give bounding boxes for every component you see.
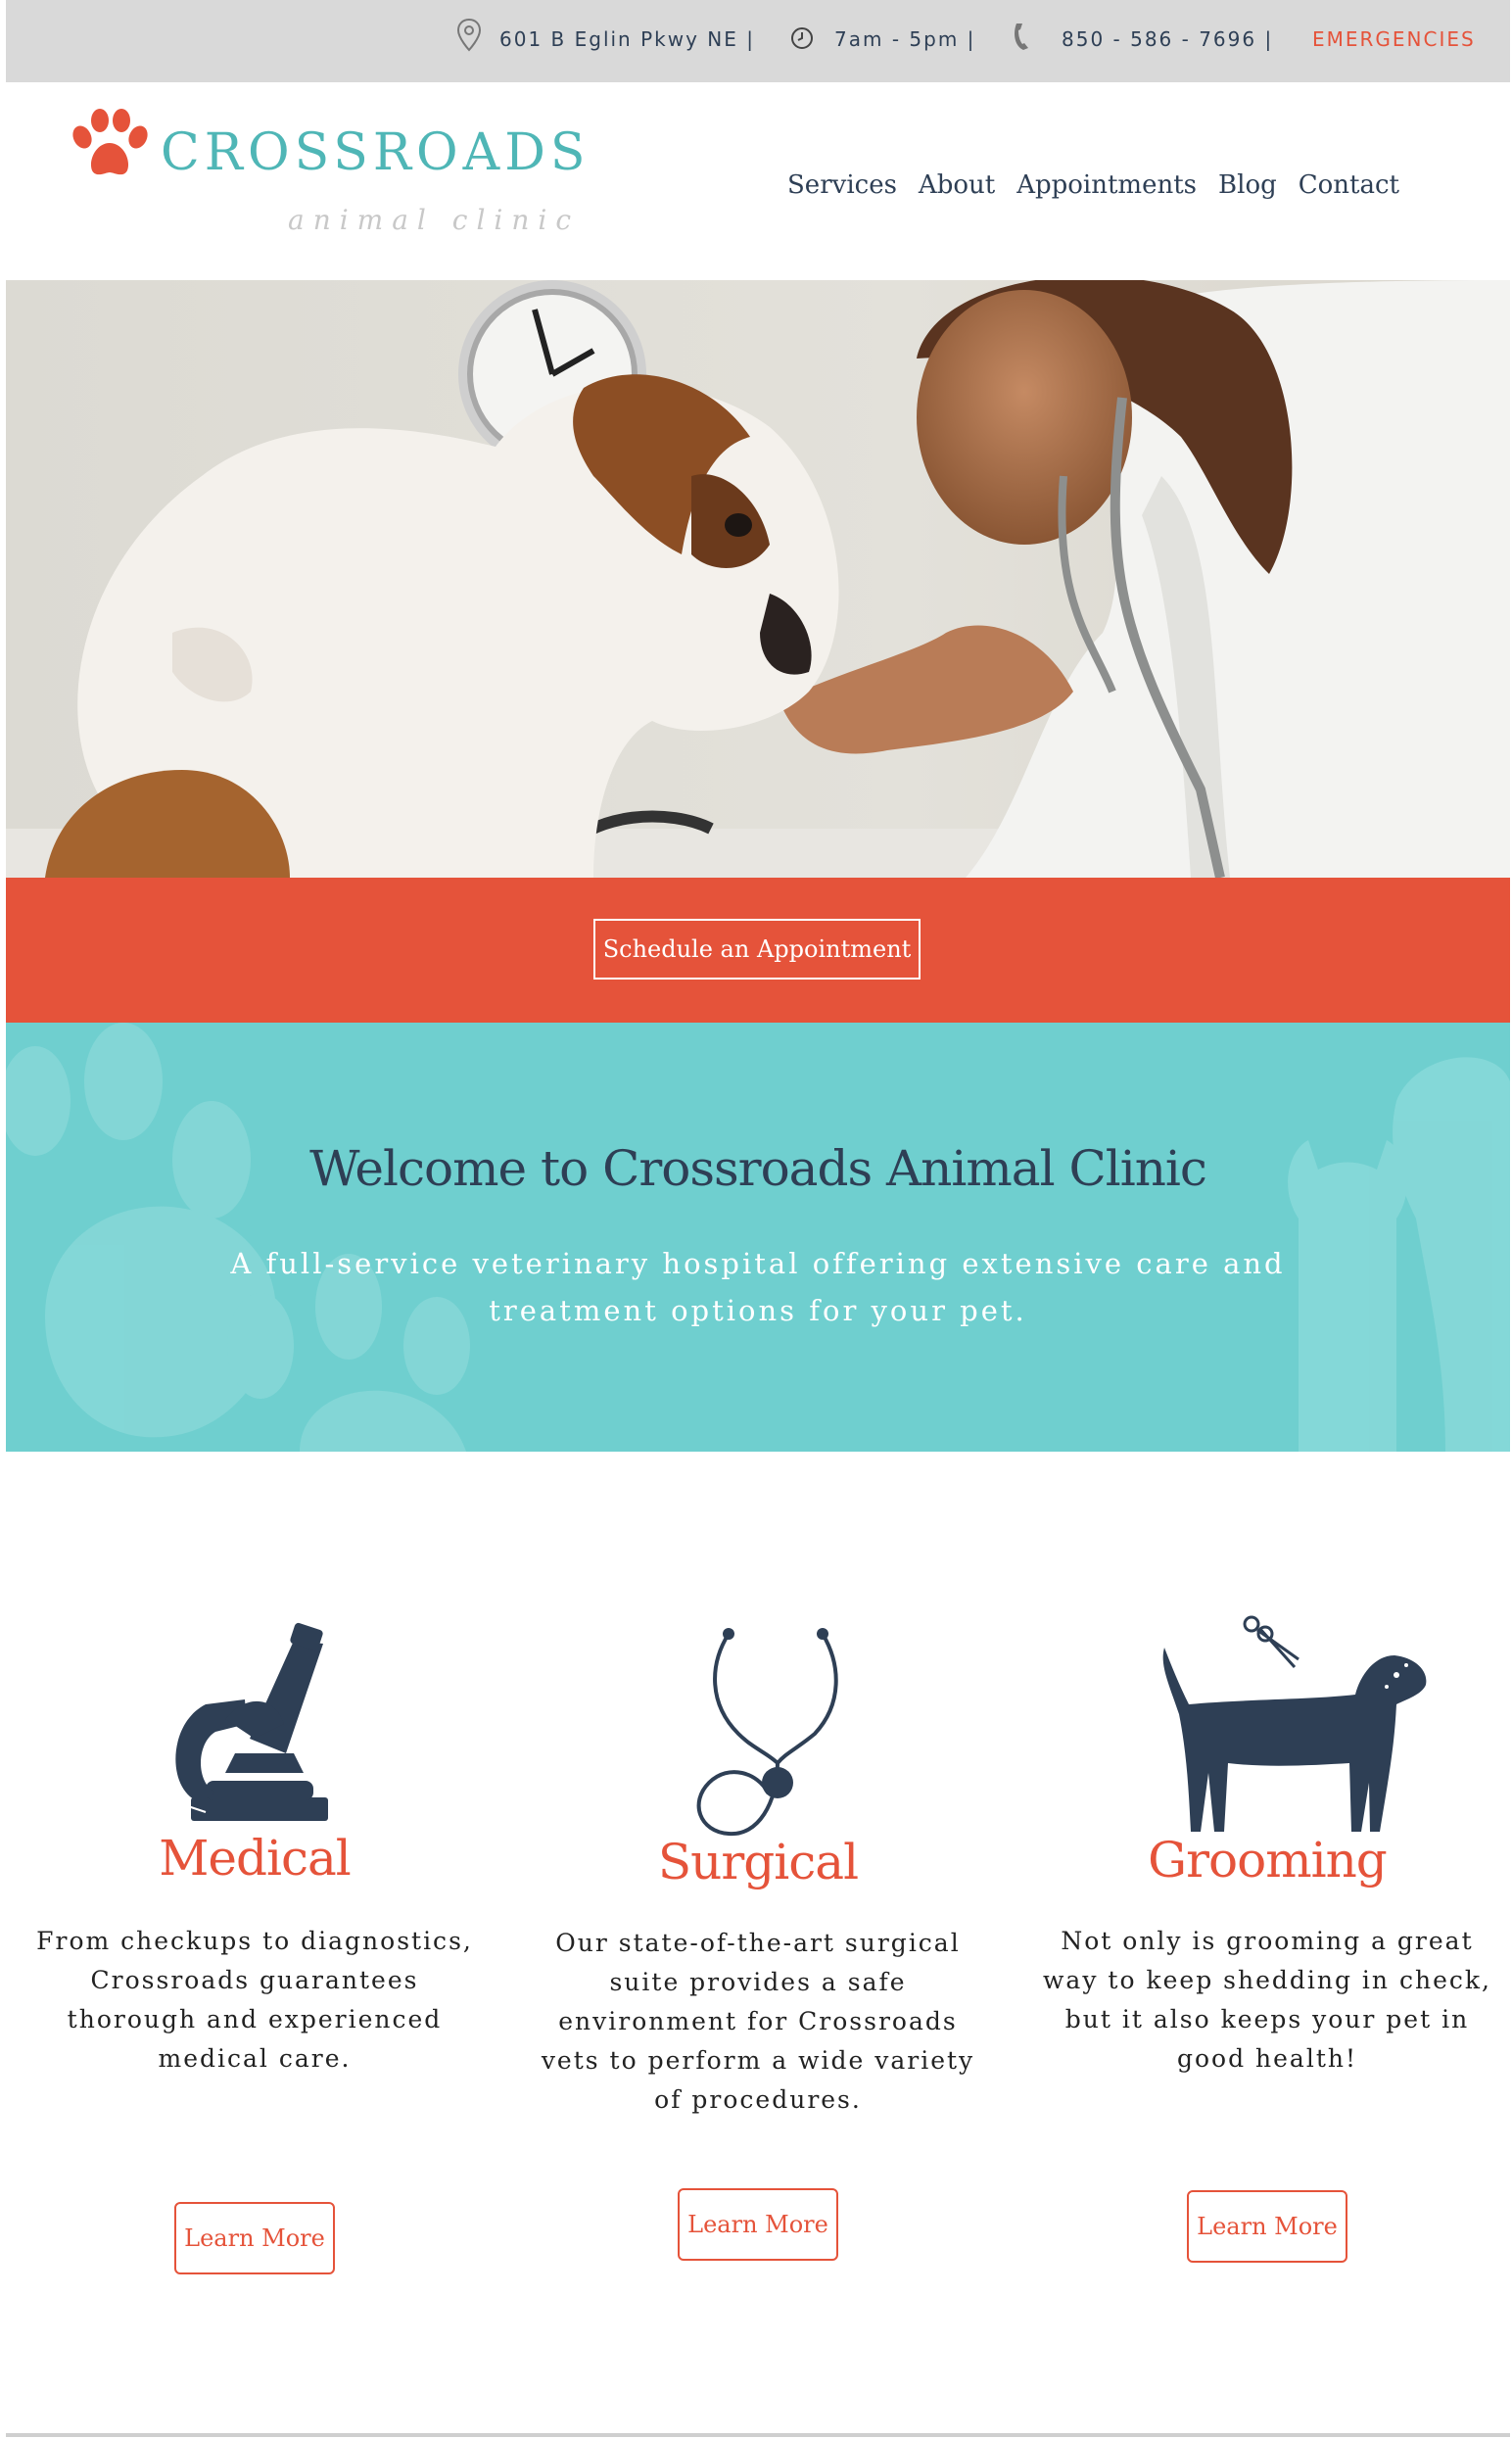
- map-pin-icon: [456, 18, 482, 52]
- paw-background-pattern: [6, 1023, 1510, 1452]
- hours-text: 7am - 5pm |: [834, 27, 976, 51]
- learn-more-surgical-button[interactable]: Learn More: [678, 2188, 838, 2261]
- service-title-surgical: Surgical: [657, 1834, 859, 1890]
- dog-scissors-icon: [1162, 1615, 1427, 1832]
- service-text-surgical: Our state-of-the-art surgical suite prov…: [541, 1929, 975, 2114]
- nav-appointments[interactable]: Appointments: [1016, 170, 1197, 200]
- welcome-title: Welcome to Crossroads Animal Clinic: [309, 1140, 1207, 1197]
- paw-icon[interactable]: [69, 108, 151, 182]
- schedule-appointment-button[interactable]: Schedule an Appointment: [593, 919, 921, 980]
- bottom-divider: [6, 2433, 1510, 2437]
- emergencies-link[interactable]: EMERGENCIES: [1312, 27, 1476, 51]
- learn-more-medical-button[interactable]: Learn More: [174, 2202, 335, 2274]
- phone-icon: [1015, 24, 1028, 50]
- nav-contact[interactable]: Contact: [1299, 170, 1399, 200]
- nav-about[interactable]: About: [919, 170, 995, 200]
- service-title-medical: Medical: [159, 1830, 352, 1887]
- clock-icon: [791, 27, 813, 49]
- learn-more-grooming-button[interactable]: Learn More: [1187, 2190, 1347, 2263]
- logo-wordmark[interactable]: CROSSROADS: [161, 127, 591, 178]
- main-nav: Services About Appointments Blog Contact: [787, 170, 1399, 200]
- service-title-grooming: Grooming: [1148, 1832, 1388, 1889]
- address-text[interactable]: 601 B Eglin Pkwy NE |: [499, 27, 755, 51]
- nav-services[interactable]: Services: [787, 170, 897, 200]
- nav-blog[interactable]: Blog: [1218, 170, 1277, 200]
- hero-image: [6, 280, 1510, 878]
- stethoscope-icon: [696, 1628, 838, 1837]
- service-text-medical: From checkups to diagnostics, Crossroads…: [36, 1927, 473, 2073]
- cta-band: Schedule an Appointment: [6, 878, 1510, 1023]
- service-text-grooming: Not only is grooming a great way to keep…: [1043, 1927, 1491, 2073]
- welcome-section: Welcome to Crossroads Animal Clinic A fu…: [6, 1023, 1510, 1452]
- phone-text[interactable]: 850 - 586 - 7696 |: [1062, 27, 1273, 51]
- welcome-subtitle: A full-service veterinary hospital offer…: [230, 1247, 1286, 1327]
- top-info-bar: 601 B Eglin Pkwy NE | 7am - 5pm | 850 - …: [6, 0, 1510, 82]
- microscope-icon: [175, 1622, 328, 1821]
- page: 601 B Eglin Pkwy NE | 7am - 5pm | 850 - …: [6, 0, 1510, 2439]
- logo-tagline: animal clinic: [288, 204, 581, 236]
